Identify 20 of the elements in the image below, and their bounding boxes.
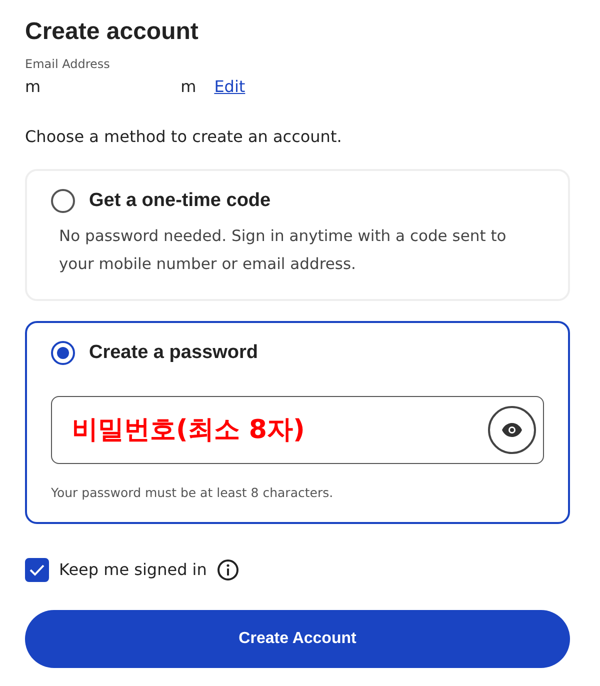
checkbox[interactable]: [25, 558, 49, 582]
info-icon[interactable]: [216, 559, 239, 582]
edit-link[interactable]: Edit: [214, 74, 246, 99]
instruction-text: Choose a method to create an account.: [25, 126, 343, 148]
email-text: m: [25, 76, 41, 98]
password-field[interactable]: 비밀번호(최소 8자): [51, 396, 544, 464]
email-text: m: [180, 76, 196, 98]
password-hint: Your password must be at least 8 characters.: [51, 484, 334, 502]
create-account-button[interactable]: Create Account: [25, 610, 570, 668]
method-label: Get a one-time code: [89, 188, 271, 213]
checkmark-icon: [29, 564, 45, 576]
method-card[interactable]: Create a password 비밀번호(최소 8자) Your password must be at least 8 characters.: [25, 321, 570, 524]
method-card[interactable]: Get a one-time code No password needed. Sign in anytime with a code sent to your mobile number or email address.: [25, 168, 570, 302]
radio-button[interactable]: [51, 189, 75, 214]
checkbox-label: Keep me signed in: [59, 559, 207, 582]
radio-button[interactable]: [51, 341, 75, 366]
email-label: Email Address: [25, 56, 111, 73]
method-label: Create a password: [89, 341, 258, 366]
page-title: Create account: [25, 18, 200, 47]
method-description: No password needed. Sign in anytime with a code sent to your mobile number or email address.: [58, 226, 508, 276]
